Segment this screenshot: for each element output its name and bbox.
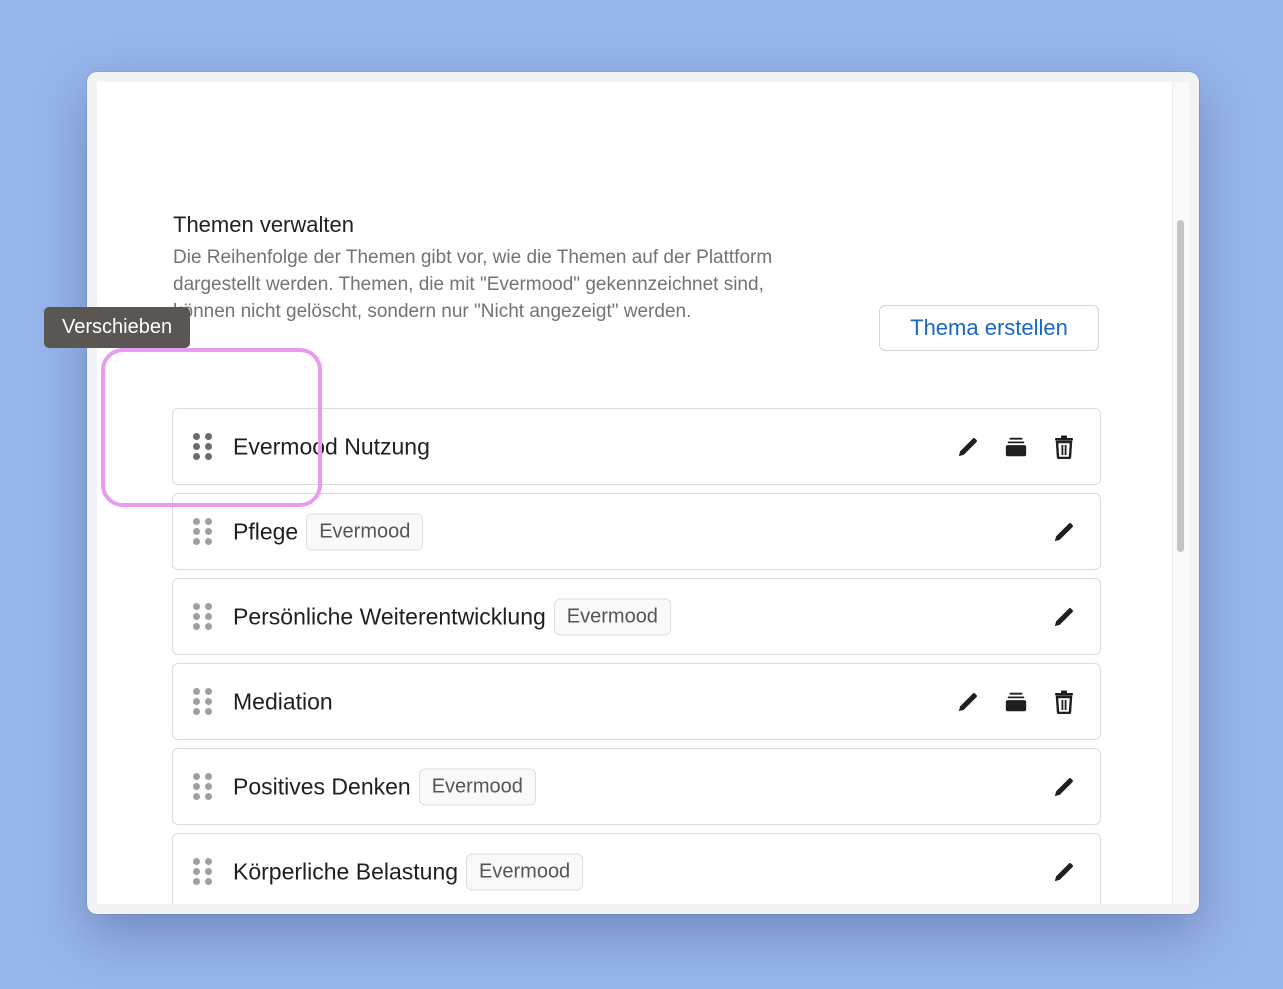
drag-handle-icon[interactable] xyxy=(193,602,217,633)
drag-handle-icon[interactable] xyxy=(193,687,217,718)
topic-title: Positives Denken xyxy=(233,773,411,799)
topic-label: Körperliche Belastung Evermood xyxy=(233,853,584,890)
pencil-icon[interactable] xyxy=(1052,774,1076,800)
app-window: Themen verwalten Die Reihenfolge der The… xyxy=(87,72,1199,914)
topic-row[interactable]: Mediation xyxy=(172,663,1101,740)
evermood-badge: Evermood xyxy=(466,853,584,890)
scrollbar[interactable] xyxy=(1172,82,1189,904)
drag-handle-icon[interactable] xyxy=(193,772,217,803)
archive-icon[interactable] xyxy=(1004,689,1028,715)
evermood-badge: Evermood xyxy=(418,768,536,805)
topic-title: Mediation xyxy=(233,688,333,714)
topic-title: Körperliche Belastung xyxy=(233,858,459,884)
topics-page: Themen verwalten Die Reihenfolge der The… xyxy=(97,82,1189,904)
trash-icon[interactable] xyxy=(1052,434,1076,460)
topic-row[interactable]: Evermood Nutzung xyxy=(172,408,1101,485)
pencil-icon[interactable] xyxy=(1052,604,1076,630)
topic-actions xyxy=(1052,519,1076,545)
topic-label: Evermood Nutzung xyxy=(233,433,430,460)
scrollbar-thumb[interactable] xyxy=(1177,220,1184,552)
create-topic-button[interactable]: Thema erstellen xyxy=(879,305,1099,351)
topic-row[interactable]: Positives Denken Evermood xyxy=(172,748,1101,825)
evermood-badge: Evermood xyxy=(306,513,424,550)
page-title: Themen verwalten xyxy=(173,212,354,237)
drag-handle-icon[interactable] xyxy=(193,857,217,888)
topic-label: Positives Denken Evermood xyxy=(233,768,536,805)
topic-actions xyxy=(956,434,1076,460)
topic-title: Pflege xyxy=(233,518,299,544)
topic-title: Persönliche Weiterentwicklung xyxy=(233,603,546,629)
evermood-badge: Evermood xyxy=(553,598,671,635)
pencil-icon[interactable] xyxy=(1052,859,1076,885)
drag-handle-icon[interactable] xyxy=(193,517,217,548)
pencil-icon[interactable] xyxy=(1052,519,1076,545)
trash-icon[interactable] xyxy=(1052,689,1076,715)
topic-actions xyxy=(1052,859,1076,885)
topic-actions xyxy=(956,689,1076,715)
topic-label: Pflege Evermood xyxy=(233,513,424,550)
topic-row[interactable]: Körperliche Belastung Evermood xyxy=(172,833,1101,904)
topic-label: Mediation xyxy=(233,688,333,715)
topic-actions xyxy=(1052,604,1076,630)
topic-list: Evermood Nutzung Pflege Evermood Persönlich… xyxy=(172,408,1101,904)
topic-row[interactable]: Persönliche Weiterentwicklung Evermood xyxy=(172,578,1101,655)
drag-handle-icon[interactable] xyxy=(193,432,217,463)
archive-icon[interactable] xyxy=(1004,434,1028,460)
topic-label: Persönliche Weiterentwicklung Evermood xyxy=(233,598,671,635)
pencil-icon[interactable] xyxy=(956,434,980,460)
pencil-icon[interactable] xyxy=(956,689,980,715)
topic-actions xyxy=(1052,774,1076,800)
topic-row[interactable]: Pflege Evermood xyxy=(172,493,1101,570)
move-tooltip: Verschieben xyxy=(44,307,191,348)
page-description: Die Reihenfolge der Themen gibt vor, wie… xyxy=(173,247,773,322)
topic-title: Evermood Nutzung xyxy=(233,433,430,459)
